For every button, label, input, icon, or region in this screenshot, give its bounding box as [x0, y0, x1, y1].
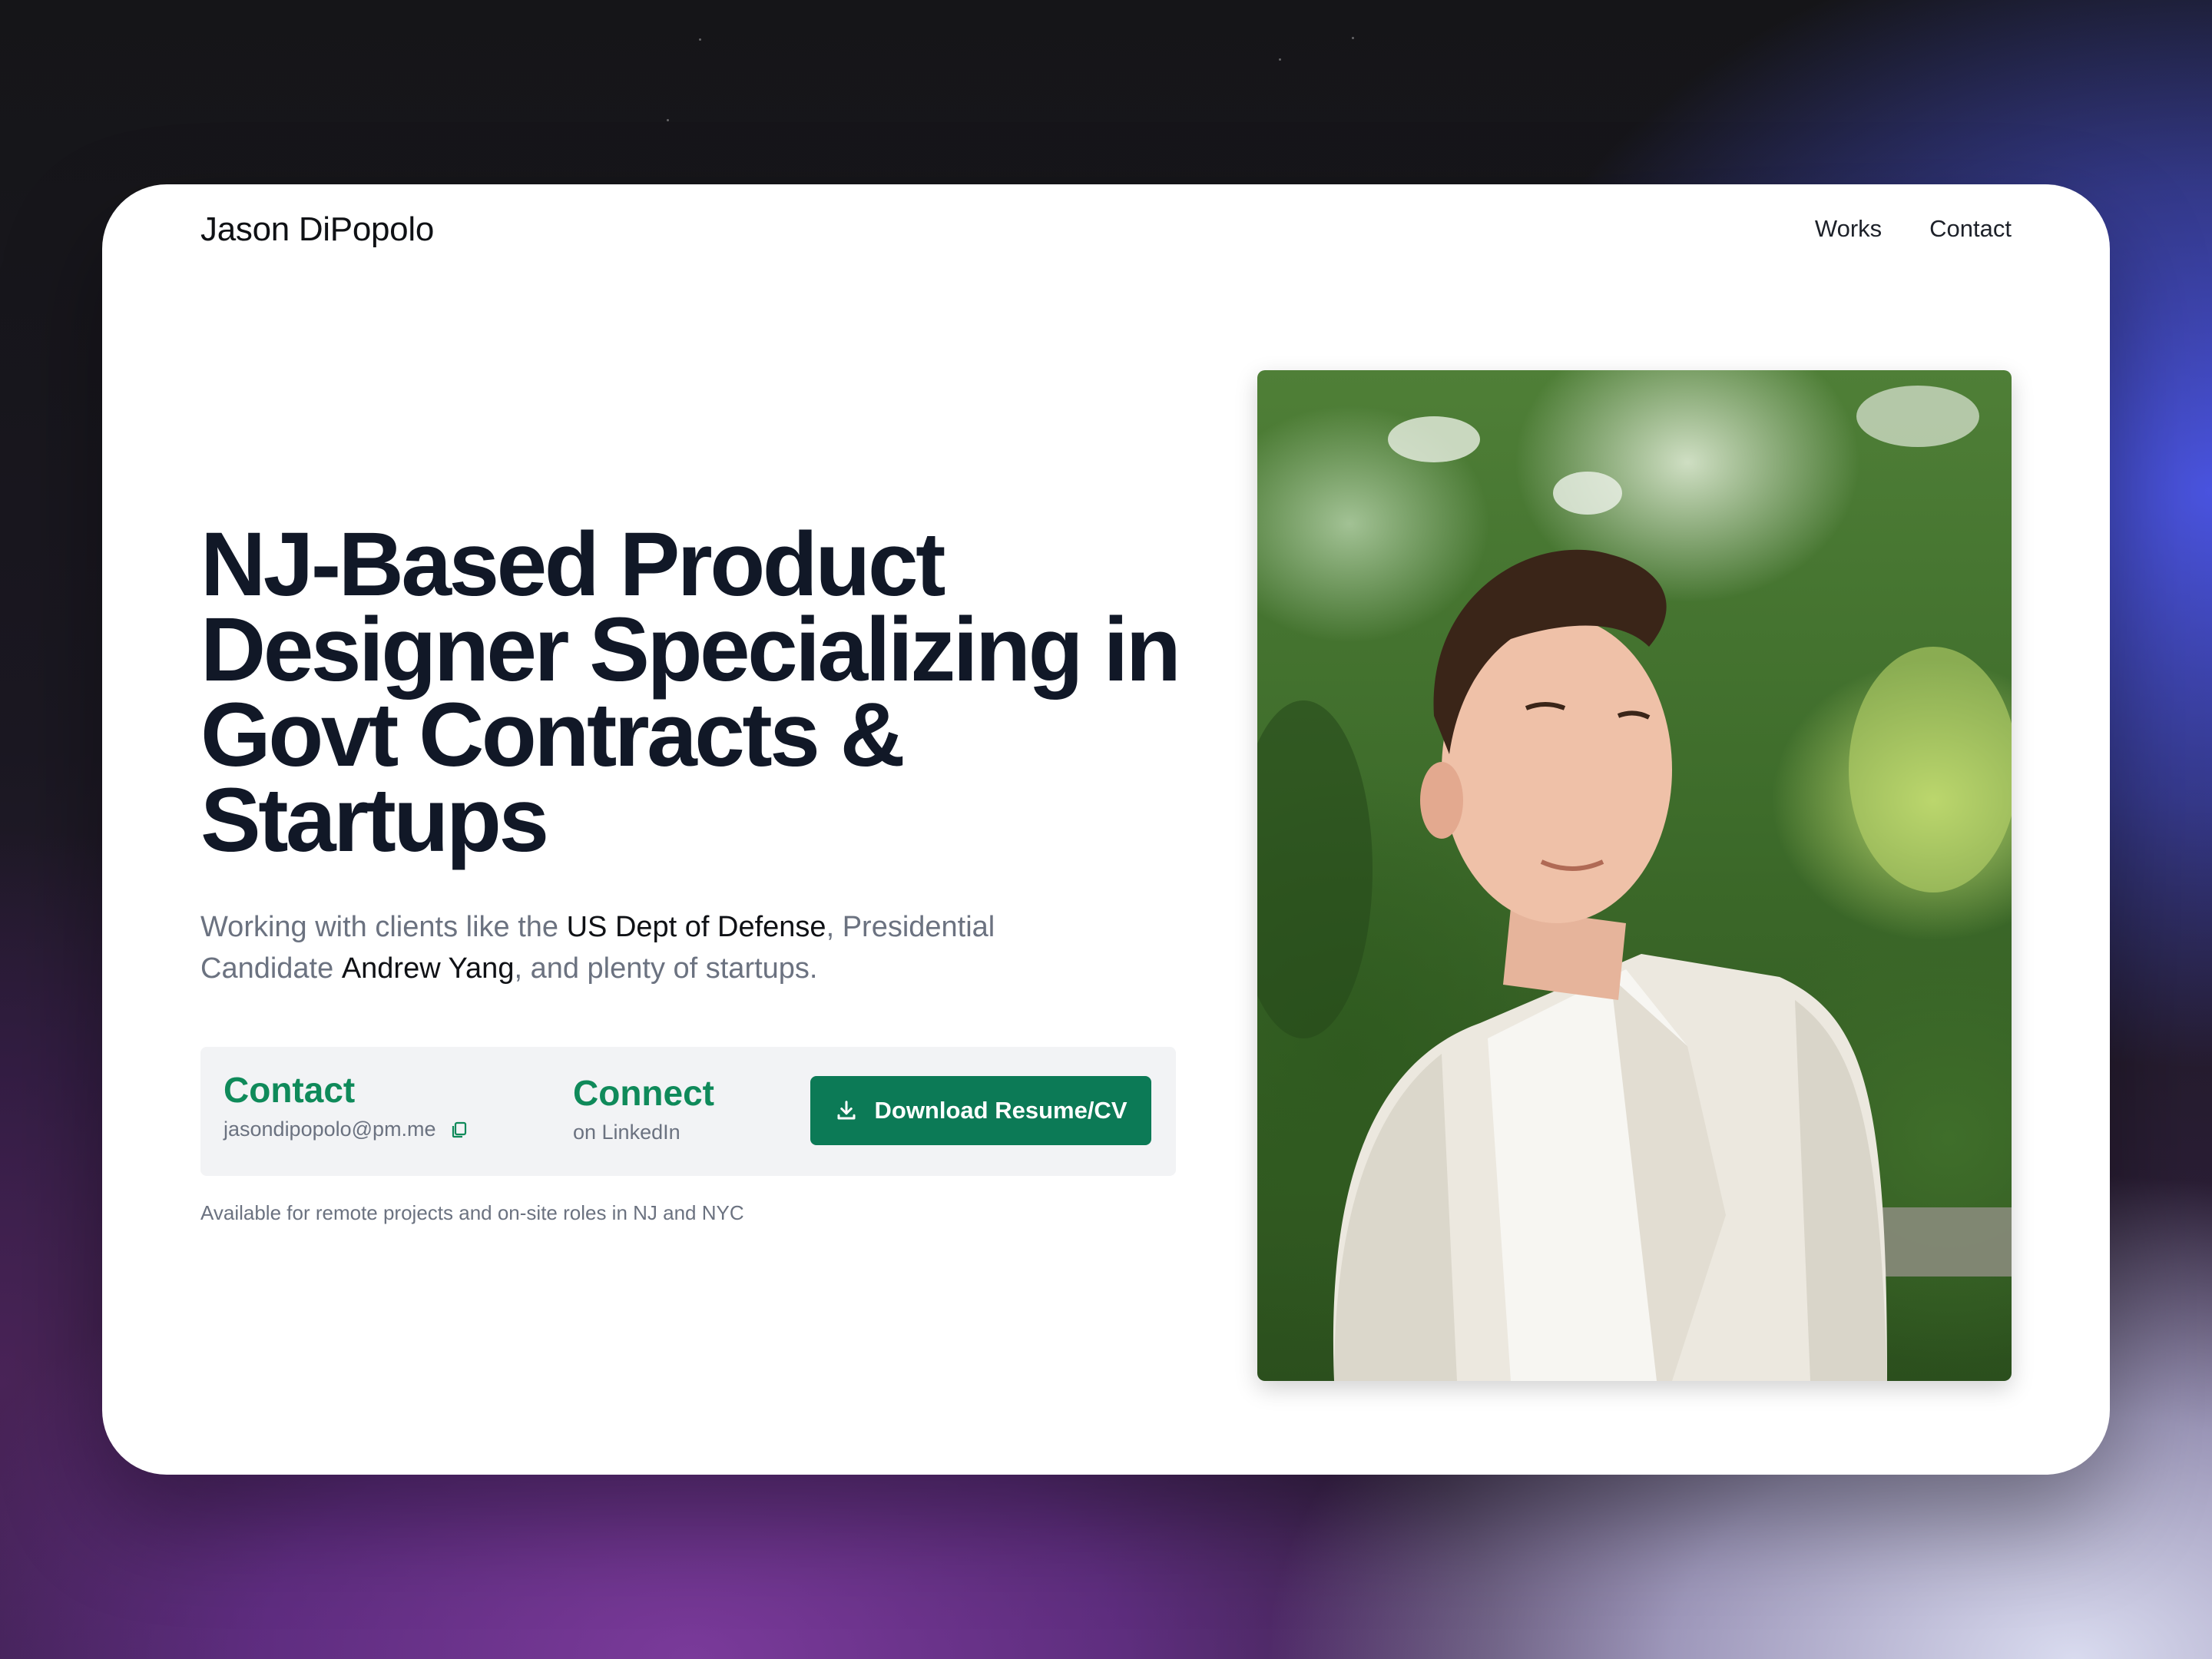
- portfolio-window: Jason DiPopolo Works Contact NJ-Based Pr…: [102, 184, 2110, 1475]
- availability-note: Available for remote projects and on-sit…: [200, 1201, 744, 1224]
- cta-panel: Contact jasondipopolo@pm.me Connect on L…: [200, 1047, 1176, 1176]
- client-andrew-yang: Andrew Yang: [341, 952, 515, 985]
- hero-subtitle: Working with clients like the US Dept of…: [200, 906, 1122, 989]
- profile-photo: [1257, 370, 2012, 1381]
- email-address[interactable]: jasondipopolo@pm.me: [224, 1118, 436, 1141]
- nav-link-contact[interactable]: Contact: [1929, 215, 2012, 243]
- top-nav: Works Contact: [1815, 215, 2012, 243]
- site-brand[interactable]: Jason DiPopolo: [200, 210, 434, 249]
- hero-subtitle-text: Working with clients like the: [200, 911, 567, 943]
- download-icon: [835, 1099, 858, 1122]
- connect-heading: Connect: [573, 1073, 714, 1113]
- client-dod: US Dept of Defense: [566, 911, 826, 943]
- copy-icon[interactable]: [450, 1121, 469, 1139]
- contact-block: Contact jasondipopolo@pm.me: [224, 1070, 469, 1141]
- download-resume-button[interactable]: Download Resume/CV: [810, 1076, 1151, 1145]
- portrait-illustration: [1257, 386, 2012, 1381]
- linkedin-link[interactable]: Connect on LinkedIn: [573, 1073, 714, 1144]
- star-dot: [1352, 37, 1354, 39]
- nav-link-works[interactable]: Works: [1815, 215, 1882, 243]
- download-resume-label: Download Resume/CV: [874, 1097, 1128, 1124]
- star-dot: [667, 119, 669, 121]
- hero-subtitle-text: , and plenty of startups.: [514, 952, 818, 985]
- email-row: jasondipopolo@pm.me: [224, 1118, 469, 1141]
- connect-subtext: on LinkedIn: [573, 1121, 680, 1144]
- star-dot: [1279, 58, 1281, 61]
- contact-heading: Contact: [224, 1070, 356, 1110]
- hero-title: NJ-Based Product Designer Specializing i…: [200, 514, 1181, 871]
- star-dot: [699, 38, 701, 41]
